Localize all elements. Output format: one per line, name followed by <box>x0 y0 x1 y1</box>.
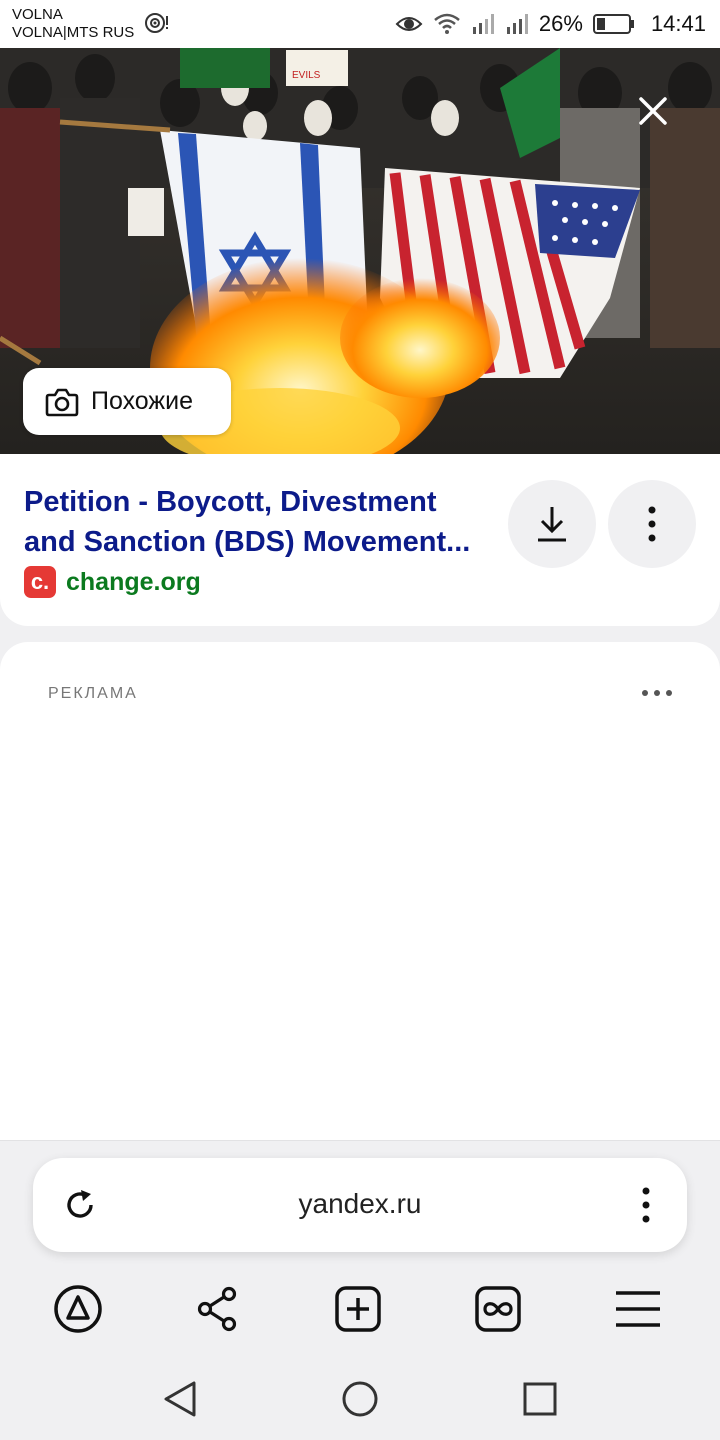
tabs-button[interactable] <box>470 1281 526 1337</box>
signal-icon-2 <box>506 14 528 34</box>
screen: VOLNA VOLNA|MTS RUS 26% 14:41 EVILS Похо… <box>0 0 720 1440</box>
similar-images-label: Похожие <box>91 387 194 415</box>
banner-text: EVILS <box>292 70 321 81</box>
download-icon <box>538 507 566 542</box>
alice-icon <box>54 1285 102 1333</box>
change-org-logo: c. <box>24 566 56 598</box>
clock: 14:41 <box>650 11 706 36</box>
browser-toolbar <box>0 1281 720 1337</box>
result-card: Petition - Boycott, Divestment and Sanct… <box>0 454 720 626</box>
system-navigation-bar <box>0 1371 720 1427</box>
browser-bottom-bar: yandex.ru <box>0 1140 720 1440</box>
menu-icon <box>616 1291 660 1327</box>
hotspot-icon <box>145 13 168 33</box>
battery-icon <box>592 14 634 34</box>
ad-label: РЕКЛАМА <box>48 685 138 702</box>
recents-icon[interactable] <box>520 1379 560 1419</box>
result-title-line-2: and Sanction (BDS) Movement... <box>24 526 471 558</box>
url-text: yandex.ru <box>298 1188 422 1219</box>
similar-images-button[interactable]: Похожие <box>23 368 231 435</box>
back-icon[interactable] <box>160 1379 200 1419</box>
carrier-2: VOLNA|MTS RUS <box>12 24 135 41</box>
source-domain: change.org <box>66 567 201 596</box>
share-button[interactable] <box>189 1281 245 1337</box>
favicon-letter: c. <box>30 569 50 594</box>
signal-icon-1 <box>472 14 494 34</box>
carrier-1: VOLNA <box>12 6 63 23</box>
close-icon[interactable] <box>636 94 670 128</box>
camera-icon <box>45 388 79 416</box>
result-source[interactable]: c. change.org <box>24 566 201 598</box>
address-bar[interactable]: yandex.ru <box>33 1158 687 1252</box>
alice-button[interactable] <box>50 1281 106 1337</box>
carrier-names: VOLNA VOLNA|MTS RUS <box>12 6 134 42</box>
result-title-line-1: Petition - Boycott, Divestment <box>24 486 437 518</box>
status-bar: VOLNA VOLNA|MTS RUS 26% 14:41 <box>0 0 720 48</box>
home-icon[interactable] <box>340 1379 380 1419</box>
tabs-icon <box>475 1286 521 1332</box>
photo-preview[interactable]: EVILS Похожие <box>0 48 720 454</box>
menu-button[interactable] <box>610 1281 666 1337</box>
eye-icon <box>395 17 423 31</box>
ad-block: РЕКЛАМА <box>0 642 720 1142</box>
ad-more-icon[interactable] <box>642 690 672 696</box>
result-more-button[interactable] <box>608 480 696 568</box>
share-icon <box>197 1286 237 1332</box>
more-vertical-icon <box>648 506 656 542</box>
download-button[interactable] <box>508 480 596 568</box>
status-icons: 26% 14:41 <box>395 10 706 38</box>
address-bar-more-icon[interactable] <box>641 1186 651 1224</box>
new-tab-button[interactable] <box>330 1281 386 1337</box>
result-title-link[interactable]: Petition - Boycott, Divestment and Sanct… <box>24 482 494 562</box>
battery-percent: 26% <box>538 11 583 36</box>
new-tab-icon <box>335 1286 381 1332</box>
wifi-icon <box>434 13 460 34</box>
